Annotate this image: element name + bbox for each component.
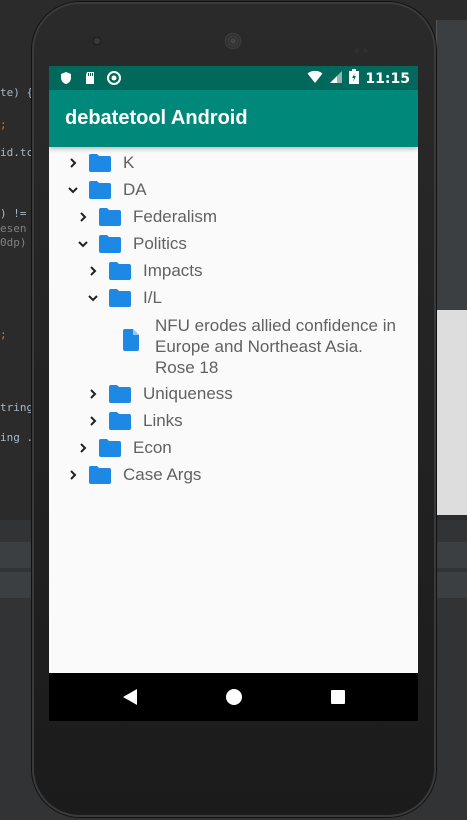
tree-node-label: Econ — [133, 437, 172, 457]
proximity-sensor — [354, 38, 376, 53]
earpiece-speaker — [224, 32, 242, 50]
ide-code-line: te) { — [0, 86, 34, 99]
tree-node-label: I/L — [143, 287, 162, 307]
tree-node-impacts[interactable]: Impacts — [49, 257, 418, 284]
chevron-down-icon[interactable] — [63, 180, 83, 200]
folder-icon — [109, 411, 131, 430]
sync-icon — [107, 70, 121, 85]
folder-icon — [89, 153, 111, 172]
chevron-down-icon[interactable] — [83, 288, 103, 308]
phone-screen: 11:15 debatetool Android K DA Federalism… — [49, 66, 418, 721]
navigation-bar — [49, 673, 418, 721]
tree-node-label: Impacts — [143, 260, 203, 280]
ide-side-panel — [436, 20, 467, 310]
folder-icon — [89, 180, 111, 199]
ide-code-line: ; — [0, 118, 7, 131]
chevron-right-icon[interactable] — [83, 411, 103, 431]
ide-code-line: ; — [0, 328, 7, 341]
battery-icon — [349, 69, 360, 88]
tree-node-federalism[interactable]: Federalism — [49, 203, 418, 230]
chevron-right-icon[interactable] — [83, 384, 103, 404]
document-icon — [123, 329, 139, 351]
tree-node-links[interactable]: Links — [49, 407, 418, 434]
ide-code-line: id.tc — [0, 146, 34, 159]
recents-square-icon — [331, 690, 345, 704]
tree-node-label: Case Args — [123, 464, 202, 484]
sd-card-icon — [83, 70, 97, 84]
tree-node-case-args[interactable]: Case Args — [49, 461, 418, 488]
back-triangle-icon — [123, 689, 137, 705]
phone-frame: 11:15 debatetool Android K DA Federalism… — [32, 2, 436, 817]
home-circle-icon — [226, 689, 242, 705]
ide-code-line: tring — [0, 401, 34, 414]
ide-side-panel-light — [437, 310, 467, 515]
folder-icon — [99, 438, 121, 457]
chevron-right-icon[interactable] — [73, 438, 93, 458]
ide-code-line: ) != — [0, 207, 27, 220]
ide-code-line: ing . — [0, 431, 34, 444]
folder-icon — [109, 384, 131, 403]
folder-icon — [99, 234, 121, 253]
tree-view: K DA Federalism Politics Impacts I/L NFU… — [49, 147, 418, 488]
folder-icon — [99, 207, 121, 226]
tree-node-k[interactable]: K — [49, 149, 418, 176]
home-button[interactable] — [221, 673, 247, 721]
chevron-right-icon[interactable] — [73, 207, 93, 227]
tree-node-politics[interactable]: Politics — [49, 230, 418, 257]
status-time: 11:15 — [365, 70, 410, 87]
tree-node-label: DA — [123, 179, 147, 199]
folder-icon — [109, 261, 131, 280]
folder-icon — [89, 465, 111, 484]
ide-code-line: esen — [0, 222, 27, 235]
tree-node-label: K — [123, 152, 135, 172]
chevron-right-icon[interactable] — [63, 465, 83, 485]
tree-node-il[interactable]: I/L — [49, 284, 418, 311]
front-camera — [92, 36, 102, 46]
app-title: debatetool Android — [65, 107, 248, 129]
recents-button[interactable] — [325, 673, 351, 721]
tree-node-label: Uniqueness — [143, 383, 233, 403]
tree-node-econ[interactable]: Econ — [49, 434, 418, 461]
app-bar: debatetool Android — [49, 90, 418, 147]
chevron-right-icon[interactable] — [63, 153, 83, 173]
tree-node-label: Politics — [133, 233, 187, 253]
status-bar: 11:15 — [49, 66, 418, 90]
tree-node-da[interactable]: DA — [49, 176, 418, 203]
tree-node-uniqueness[interactable]: Uniqueness — [49, 380, 418, 407]
tree-node-label: Federalism — [133, 206, 218, 226]
shield-icon — [59, 70, 73, 84]
tree-document-item[interactable]: NFU erodes allied confidence in Europe a… — [49, 311, 418, 378]
ide-code-line: 0dp) — [0, 236, 27, 249]
wifi-icon — [307, 69, 323, 88]
back-button[interactable] — [117, 673, 143, 721]
chevron-right-icon[interactable] — [83, 261, 103, 281]
tree-node-label: Links — [143, 410, 183, 430]
chevron-down-icon[interactable] — [73, 234, 93, 254]
document-title: NFU erodes allied confidence in Europe a… — [155, 316, 396, 377]
folder-icon — [109, 288, 131, 307]
signal-icon — [329, 69, 343, 88]
